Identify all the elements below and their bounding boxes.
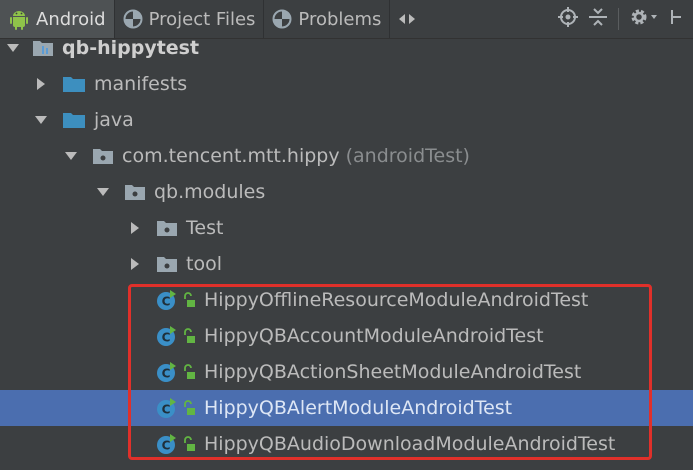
lock-icon xyxy=(182,364,196,380)
chevron-right-icon[interactable] xyxy=(126,219,144,237)
folder-icon xyxy=(62,110,86,130)
svg-text:C: C xyxy=(162,331,171,345)
android-icon xyxy=(8,8,30,30)
tab-android-label: Android xyxy=(36,8,106,30)
gear-icon[interactable] xyxy=(629,7,659,31)
svg-text:C: C xyxy=(162,403,171,417)
folder-icon xyxy=(62,74,86,94)
chevron-right-icon[interactable] xyxy=(126,255,144,273)
test-class-icon: C xyxy=(156,361,178,383)
tab-project-files-label: Project Files xyxy=(148,8,256,30)
tree-item-package-suffix: (androidTest) xyxy=(345,145,470,167)
toolbar-separator xyxy=(618,8,619,30)
collapse-all-icon[interactable] xyxy=(588,7,608,31)
hide-panel-icon[interactable] xyxy=(669,7,683,31)
tree-item-root[interactable]: qb-hippytest xyxy=(0,30,693,66)
tree-item-class-label: HippyQBActionSheetModuleAndroidTest xyxy=(204,361,582,383)
problems-icon xyxy=(272,9,292,29)
tree-item-class-label: HippyOfflineResourceModuleAndroidTest xyxy=(204,289,589,311)
module-folder-icon xyxy=(32,38,54,58)
test-class-icon: C xyxy=(156,325,178,347)
svg-text:C: C xyxy=(162,367,171,381)
chevron-down-icon[interactable] xyxy=(32,111,50,129)
tree-item-java[interactable]: java xyxy=(0,102,693,138)
package-icon xyxy=(156,218,178,238)
tree-item-class-label: HippyQBAudioDownloadModuleAndroidTest xyxy=(204,433,616,455)
tree-item-tool-label: tool xyxy=(186,253,222,275)
lock-icon xyxy=(182,436,196,452)
package-icon xyxy=(156,254,178,274)
package-icon xyxy=(124,182,146,202)
tree-item-package-label: com.tencent.mtt.hippy xyxy=(122,145,340,167)
tree-item-class-label: HippyQBAccountModuleAndroidTest xyxy=(204,325,544,347)
lock-icon xyxy=(182,292,196,308)
tab-problems-label: Problems xyxy=(298,8,382,30)
test-class-icon: C xyxy=(156,433,178,455)
project-files-icon xyxy=(123,9,143,29)
tree-item-java-label: java xyxy=(94,109,134,131)
tree-item-test-label: Test xyxy=(186,217,224,239)
tree-item-class[interactable]: C HippyQBActionSheetModuleAndroidTest xyxy=(0,354,693,390)
tree-item-class-selected[interactable]: C HippyQBAlertModuleAndroidTest xyxy=(0,390,693,426)
lock-icon xyxy=(182,400,196,416)
tree-item-test[interactable]: Test xyxy=(0,210,693,246)
tree-item-class-label: HippyQBAlertModuleAndroidTest xyxy=(204,397,513,419)
tree-item-modules-label: qb.modules xyxy=(154,181,266,203)
tree-item-class[interactable]: C HippyQBAudioDownloadModuleAndroidTest xyxy=(0,426,693,462)
chevron-right-icon[interactable] xyxy=(408,10,416,29)
tree-item-modules[interactable]: qb.modules xyxy=(0,174,693,210)
tree-item-class[interactable]: C HippyOfflineResourceModuleAndroidTest xyxy=(0,282,693,318)
chevron-down-icon[interactable] xyxy=(4,39,22,57)
tree-item-class[interactable]: C HippyQBAccountModuleAndroidTest xyxy=(0,318,693,354)
chevron-down-icon[interactable] xyxy=(62,147,80,165)
test-class-icon: C xyxy=(156,397,178,419)
tree-item-manifests-label: manifests xyxy=(94,73,188,95)
chevron-down-icon[interactable] xyxy=(94,183,112,201)
lock-icon xyxy=(182,328,196,344)
target-icon[interactable] xyxy=(558,7,578,31)
tree-item-root-label: qb-hippytest xyxy=(62,37,200,59)
chevron-right-icon[interactable] xyxy=(32,75,50,93)
svg-text:C: C xyxy=(162,295,171,309)
chevron-left-icon[interactable] xyxy=(398,10,406,29)
package-icon xyxy=(92,146,114,166)
tree-item-tool[interactable]: tool xyxy=(0,246,693,282)
test-class-icon: C xyxy=(156,289,178,311)
tree-item-package[interactable]: com.tencent.mtt.hippy (androidTest) xyxy=(0,138,693,174)
svg-text:C: C xyxy=(162,439,171,453)
tree-item-manifests[interactable]: manifests xyxy=(0,66,693,102)
